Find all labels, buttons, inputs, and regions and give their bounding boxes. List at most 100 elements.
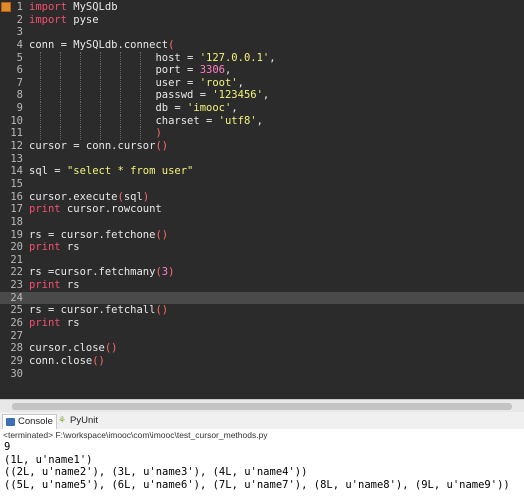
indent-guide: [40, 51, 42, 65]
indent-guide: [140, 127, 142, 141]
indent-guide: [100, 76, 102, 90]
code-line[interactable]: 21: [0, 254, 524, 267]
horizontal-scrollbar[interactable]: [0, 399, 524, 413]
line-number: 23: [10, 279, 23, 292]
code-line[interactable]: 25 rs = cursor.fetchall(): [0, 304, 524, 317]
code-line[interactable]: 2 import pyse: [0, 14, 524, 27]
code-token: import: [29, 1, 67, 13]
code-line[interactable]: 26 print rs: [0, 317, 524, 330]
indent-guide: [80, 51, 82, 65]
line-number: 8: [16, 89, 23, 102]
code-line[interactable]: 22 rs =cursor.fetchmany(3): [0, 266, 524, 279]
code-text: host = '127.0.0.1',: [29, 51, 276, 65]
line-number: 1: [16, 1, 23, 13]
line-number: 28: [10, 342, 23, 355]
code-token: print: [29, 203, 61, 216]
code-token: print: [29, 317, 61, 330]
code-token: rs: [60, 317, 80, 330]
code-line[interactable]: 23 print rs: [0, 279, 524, 292]
code-line[interactable]: 27: [0, 330, 524, 343]
console-panel-header: Console ⚘ PyUnit: [0, 412, 524, 430]
indent-guide: [80, 127, 82, 141]
indent-guide: [60, 51, 62, 65]
code-line[interactable]: 5 host = '127.0.0.1',: [0, 51, 524, 65]
code-line[interactable]: 11 ): [0, 127, 524, 141]
code-token: cursor.close: [29, 342, 105, 355]
code-line[interactable]: 28 cursor.close(): [0, 342, 524, 355]
code-token: ): [142, 190, 150, 203]
indent-guide: [100, 51, 102, 65]
indent-guide: [120, 102, 122, 115]
code-line[interactable]: 14 sql = "select * from user": [0, 165, 524, 178]
code-line[interactable]: 12 cursor = conn.cursor(): [0, 140, 524, 153]
code-line[interactable]: 20 print rs: [0, 241, 524, 254]
console-icon: [6, 418, 15, 426]
indent-guide: [40, 114, 42, 128]
code-text: charset = 'utf8',: [29, 115, 262, 128]
code-line[interactable]: 9 db = 'imooc',: [0, 102, 524, 115]
console-output[interactable]: 9 (1L, u'name1') ((2L, u'name2'), (3L, u…: [0, 441, 524, 500]
code-token: rs =cursor.fetchmany: [29, 266, 156, 279]
scrollbar-thumb[interactable]: [12, 403, 512, 410]
code-line[interactable]: 6 port = 3306,: [0, 64, 524, 77]
code-text: rs =cursor.fetchmany(3): [29, 266, 174, 279]
indent-guide: [80, 114, 82, 128]
indent-guide: [40, 127, 42, 141]
indent-guide: [120, 51, 122, 65]
line-number: 19: [10, 228, 23, 241]
code-line[interactable]: 1 import MySQLdb: [0, 1, 524, 14]
line-number: 17: [10, 203, 23, 216]
code-token: rs: [60, 279, 80, 292]
code-token: '123456': [212, 89, 263, 102]
code-line[interactable]: 15: [0, 178, 524, 191]
code-editor[interactable]: 1 import MySQLdb 2 import pyse 3 4 conn = MySQ…: [0, 0, 524, 413]
code-line[interactable]: 13: [0, 153, 524, 166]
line-number: 11: [10, 127, 23, 140]
code-line[interactable]: 17 print cursor.rowcount: [0, 203, 524, 216]
console-output-line: ((5L, u'name5'), (6L, u'name6'), (7L, u'…: [4, 478, 510, 491]
code-token: 3306: [199, 64, 225, 77]
indent-guide: [140, 64, 142, 77]
indent-guide: [60, 64, 62, 77]
tab-pyunit[interactable]: ⚘ PyUnit: [55, 414, 101, 428]
code-line[interactable]: 10 charset = 'utf8',: [0, 114, 524, 128]
code-line[interactable]: 18: [0, 216, 524, 229]
code-text: print rs: [29, 279, 80, 292]
code-text: rs = cursor.fetchone(): [29, 229, 168, 242]
indent-guide: [60, 76, 62, 90]
line-number: 24: [10, 291, 23, 304]
code-token: print: [29, 241, 61, 254]
tab-console[interactable]: Console: [2, 414, 57, 429]
indent-guide: [120, 89, 122, 103]
indent-guide: [140, 89, 142, 103]
line-number: 18: [10, 215, 23, 228]
code-line[interactable]: 29 conn.close(): [0, 355, 524, 368]
code-token: ,: [231, 102, 238, 115]
line-number: 10: [10, 114, 23, 127]
code-line[interactable]: 8 passwd = '123456',: [0, 89, 524, 103]
code-line[interactable]: 16 cursor.execute(sql): [0, 191, 524, 204]
code-line[interactable]: 24: [0, 291, 524, 305]
code-line[interactable]: 7 user = 'root',: [0, 76, 524, 90]
code-text: passwd = '123456',: [29, 89, 269, 102]
code-token: ,: [237, 76, 244, 89]
line-number: 26: [10, 317, 23, 330]
code-line[interactable]: 30: [0, 368, 524, 381]
line-number: 15: [10, 177, 23, 190]
code-line[interactable]: 3: [0, 26, 524, 39]
indent-guide: [140, 51, 142, 65]
indent-guide: [100, 102, 102, 115]
code-line[interactable]: 19 rs = cursor.fetchone(): [0, 229, 524, 242]
code-text: print rs: [29, 317, 80, 330]
code-text: conn = MySQLdb.connect(: [29, 39, 174, 52]
code-line[interactable]: 4 conn = MySQLdb.connect(: [0, 39, 524, 52]
line-number: 12: [10, 140, 23, 153]
code-token: ,: [269, 51, 276, 64]
code-token: (): [155, 304, 169, 317]
console-output-line: (1L, u'name1'): [4, 453, 93, 466]
code-text: import MySQLdb: [29, 1, 118, 14]
